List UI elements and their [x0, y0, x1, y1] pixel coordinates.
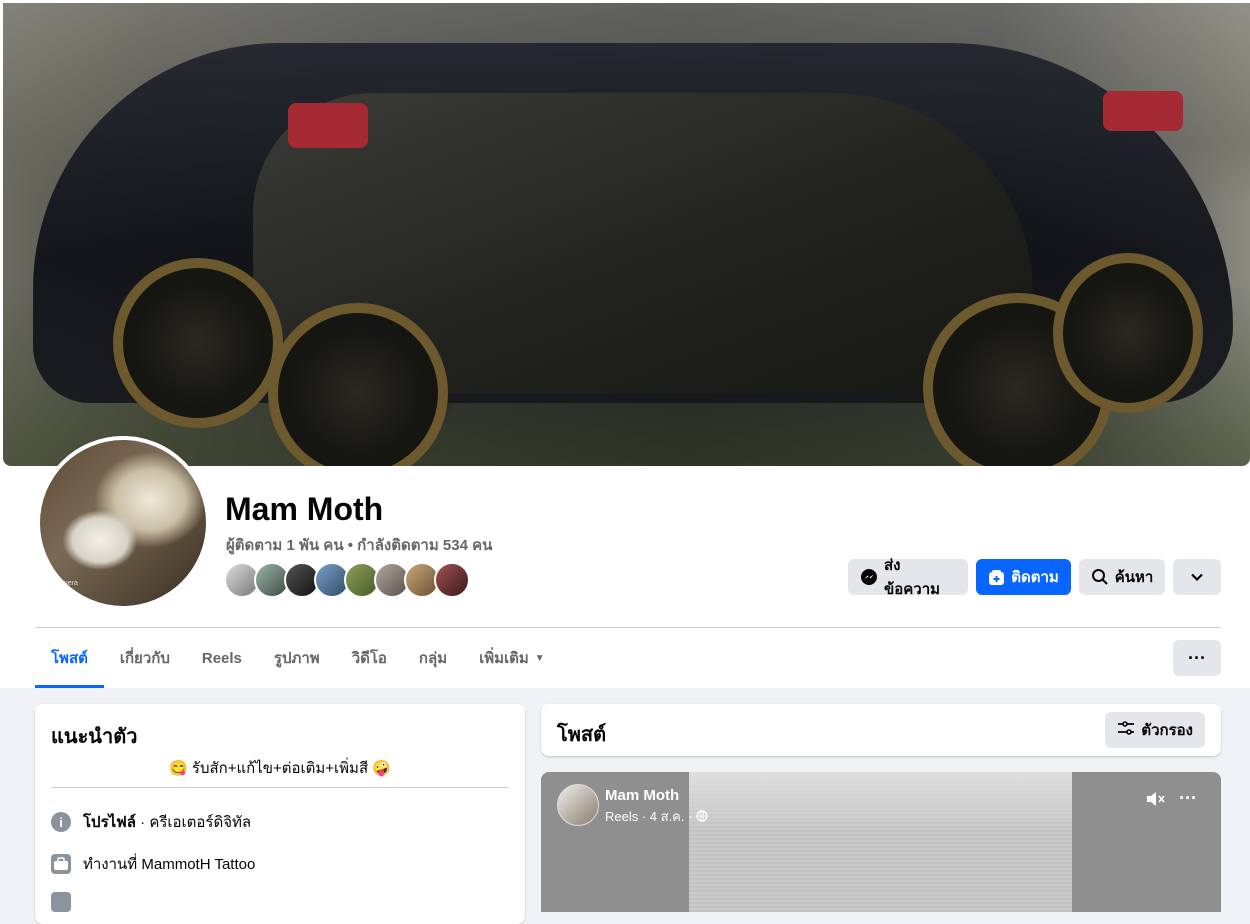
briefcase-icon [51, 854, 71, 874]
follower-stats[interactable]: ผู้ติดตาม 1 พัน คน • กำลังติดตาม 534 คน [226, 533, 492, 557]
tab-about[interactable]: เกี่ยวกับ [104, 628, 186, 688]
search-label: ค้นหา [1114, 569, 1154, 586]
search-button[interactable]: ค้นหา [1079, 559, 1165, 595]
reel-video[interactable] [689, 772, 1072, 912]
location-icon [51, 892, 71, 912]
follow-label: ติดตาม [1011, 569, 1059, 586]
mute-icon[interactable] [1145, 790, 1165, 813]
search-icon [1091, 568, 1109, 586]
globe-icon [696, 809, 708, 824]
tab-label: โพสต์ [51, 650, 88, 667]
posts-header-card: โพสต์ ตัวกรอง [541, 704, 1221, 756]
caret-down-icon: ▼ [534, 652, 545, 664]
filter-button[interactable]: ตัวกรอง [1105, 712, 1205, 748]
work-place[interactable]: MammotH Tattoo [141, 856, 255, 873]
profile-category: · ครีเอเตอร์ดิจิทัล [136, 814, 252, 831]
reel-meta-text: Reels · 4 ส.ค. · [605, 809, 693, 824]
messenger-icon [860, 568, 878, 586]
tab-reels[interactable]: Reels [186, 628, 258, 688]
cover-tail-light [1103, 91, 1183, 131]
cover-wheel [1053, 253, 1203, 413]
tab-more[interactable]: เพิ่มเติม ▼ [463, 628, 561, 688]
filter-label: ตัวกรอง [1141, 722, 1193, 739]
cover-photo[interactable] [3, 3, 1250, 466]
profile-type-label: โปรไฟล์ [83, 814, 136, 831]
reel-more-icon[interactable]: ··· [1179, 788, 1197, 809]
follow-icon [988, 569, 1005, 586]
tab-groups[interactable]: กลุ่ม [403, 628, 463, 688]
reel-author-name[interactable]: Mam Moth [605, 787, 679, 804]
tab-posts[interactable]: โพสต์ [35, 628, 104, 688]
tab-label: เกี่ยวกับ [119, 650, 170, 667]
info-icon: i [51, 812, 71, 832]
tab-label: เพิ่มเติม [479, 650, 529, 667]
posts-title: โพสต์ [557, 724, 607, 746]
reel-author-avatar[interactable] [557, 784, 599, 826]
tab-videos[interactable]: วิดีโอ [336, 628, 403, 688]
avatar-image: mera [40, 440, 206, 606]
follower-avatars [224, 562, 470, 598]
tab-photos[interactable]: รูปภาพ [258, 628, 336, 688]
follow-button[interactable]: ติดตาม [976, 559, 1071, 595]
reel-meta: Reels · 4 ส.ค. · [605, 806, 708, 827]
follower-avatar[interactable] [434, 562, 470, 598]
message-label: ส่งข้อความ [884, 557, 941, 598]
profile-tabs: โพสต์ เกี่ยวกับ Reels รูปภาพ วิดีโอ กลุ่… [35, 628, 561, 688]
tab-label: รูปภาพ [273, 650, 320, 667]
cover-wheel [113, 258, 283, 428]
avatar-caption: mera [62, 580, 78, 587]
work-text: ทำงานที่ MammotH Tattoo [83, 852, 255, 876]
profile-name: Mam Moth [225, 491, 384, 527]
tab-label: Reels [201, 649, 242, 667]
info-text: โปรไฟล์ · ครีเอเตอร์ดิจิทัล [83, 810, 251, 834]
info-row-profile: i โปรไฟล์ · ครีเอเตอร์ดิจิทัล [51, 810, 251, 834]
chevron-down-icon [1190, 570, 1204, 584]
filter-icon [1117, 720, 1135, 740]
work-prefix: ทำงานที่ [83, 856, 142, 873]
tab-label: วิดีโอ [351, 650, 387, 667]
profile-avatar[interactable]: mera [36, 436, 210, 610]
intro-card: แนะนำตัว 😋 รับสัก+แก้ไข+ต่อเติม+เพิ่มสี … [35, 704, 525, 924]
intro-bio: 😋 รับสัก+แก้ไข+ต่อเติม+เพิ่มสี 🤪 [169, 760, 391, 777]
info-row-next [51, 892, 71, 912]
info-row-work: ทำงานที่ MammotH Tattoo [51, 852, 255, 876]
reel-post[interactable]: Mam Moth Reels · 4 ส.ค. · ··· [541, 772, 1221, 912]
more-options-button[interactable]: ··· [1173, 640, 1221, 676]
tab-label: กลุ่ม [418, 650, 448, 667]
ellipsis-icon: ··· [1188, 647, 1206, 668]
intro-title: แนะนำตัว [51, 726, 138, 748]
cover-bike-light [288, 103, 368, 148]
bio-divider [51, 787, 509, 788]
message-button[interactable]: ส่งข้อความ [848, 557, 968, 598]
profile-dropdown-button[interactable] [1173, 559, 1221, 595]
